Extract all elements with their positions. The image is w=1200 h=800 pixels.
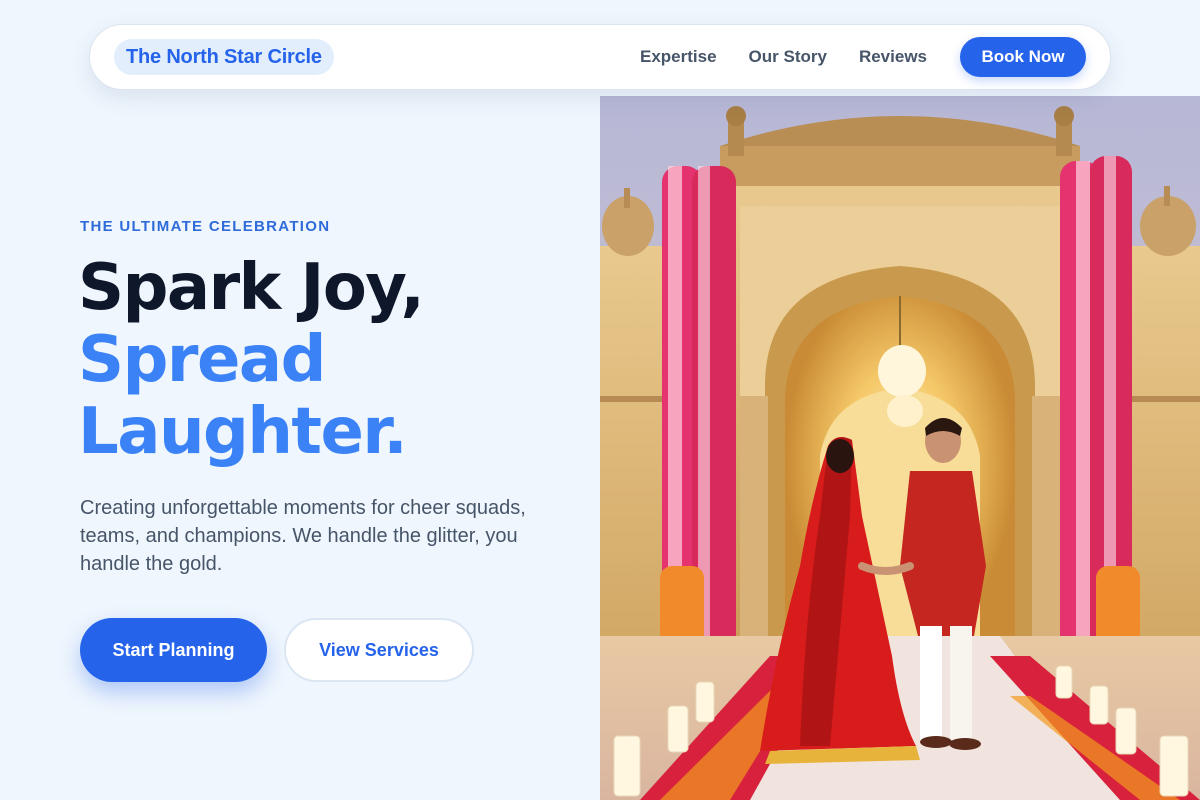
book-now-button[interactable]: Book Now [960,37,1086,77]
view-services-button[interactable]: View Services [284,618,474,682]
hero-description: Creating unforgettable moments for cheer… [80,497,526,575]
top-navbar: The North Star Circle Expertise Our Stor… [89,24,1111,90]
nav-link-our-story[interactable]: Our Story [749,47,827,67]
hero-eyebrow: THE ULTIMATE CELEBRATION [80,218,331,235]
nav-link-expertise[interactable]: Expertise [640,47,717,67]
hero-wedding-photo [600,96,1200,800]
nav-links: Expertise Our Story Reviews Book Now [640,37,1086,77]
headline-line-1: Spark Joy, [78,251,425,325]
start-planning-button[interactable]: Start Planning [80,618,267,682]
hero-headline: Spark Joy, Spread Laughter. [78,251,425,469]
brand-logo[interactable]: The North Star Circle [114,39,334,75]
headline-line-3: Laughter. [78,395,408,469]
headline-line-2: Spread [78,323,326,397]
wedding-mandap-illustration [600,96,1200,800]
nav-link-reviews[interactable]: Reviews [859,47,927,67]
